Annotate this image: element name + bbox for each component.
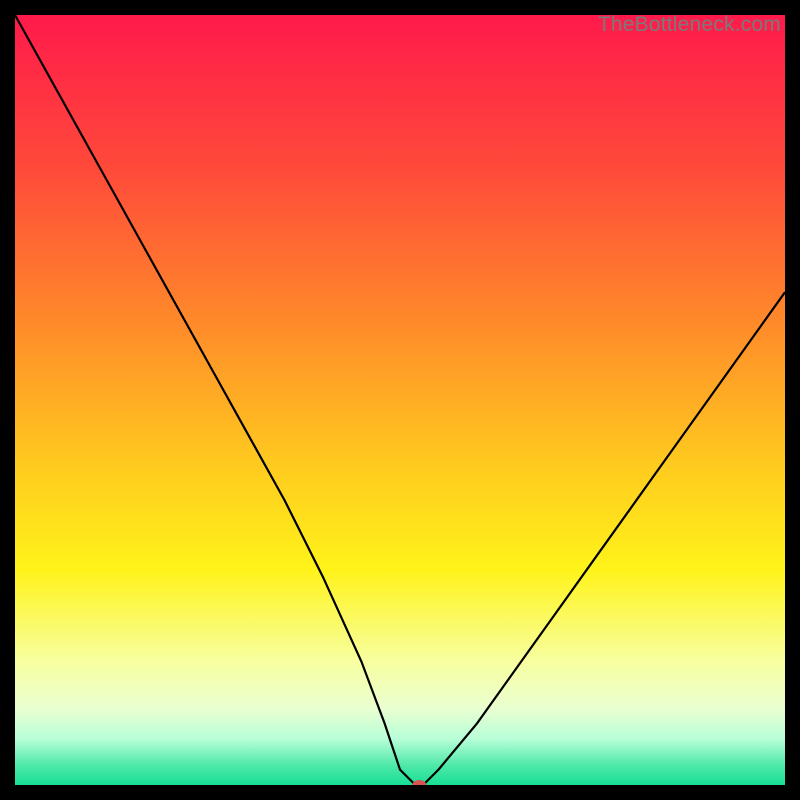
chart-background [15,15,785,785]
chart-frame: TheBottleneck.com [15,15,785,785]
bottleneck-chart [15,15,785,785]
watermark-text: TheBottleneck.com [598,13,781,37]
